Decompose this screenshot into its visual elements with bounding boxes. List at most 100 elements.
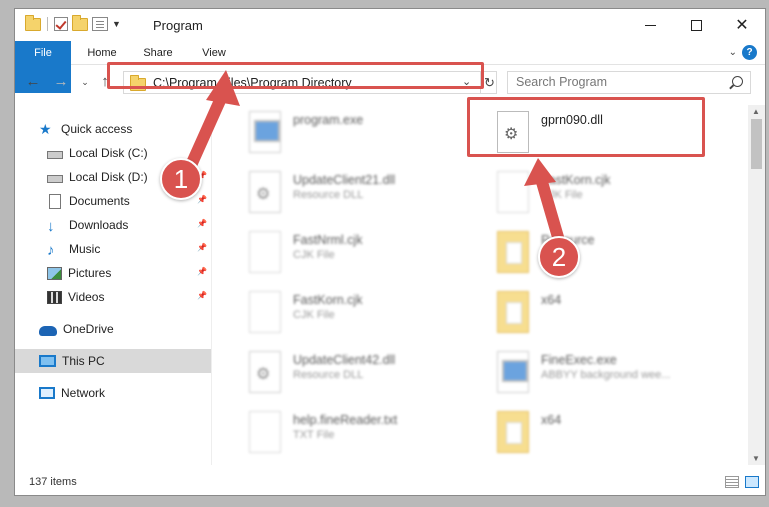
- file-list: program.exegprn090.dllUpdateClient21.dll…: [225, 105, 745, 465]
- sidebar-item-quick-access[interactable]: ★ Quick access: [15, 117, 211, 141]
- sidebar-item-label: This PC: [62, 354, 105, 368]
- sidebar-item-label: Downloads: [69, 218, 129, 232]
- close-button[interactable]: ✕: [719, 9, 765, 41]
- recent-locations-chevron-icon[interactable]: ⌄: [75, 71, 95, 93]
- file-name: FastKorn.cjk: [541, 173, 611, 187]
- maximize-icon: [690, 19, 702, 31]
- properties-icon[interactable]: [92, 17, 108, 31]
- search-input[interactable]: [516, 72, 726, 92]
- file-icon: [497, 171, 529, 213]
- sidebar-item-label: Music: [69, 242, 101, 256]
- sidebar-item-videos[interactable]: Videos 📌: [15, 285, 211, 309]
- pin-icon[interactable]: 📌: [197, 195, 207, 204]
- download-icon: ↓: [47, 218, 55, 235]
- forward-arrow-icon[interactable]: →: [51, 71, 71, 93]
- exe-icon: [497, 351, 529, 393]
- file-item[interactable]: FastNrml.cjk CJK File: [235, 227, 475, 279]
- folder-icon: [497, 411, 529, 453]
- maximize-button[interactable]: [673, 9, 719, 41]
- close-icon: ✕: [735, 17, 749, 34]
- expand-ribbon-chevron-icon[interactable]: ⌄: [729, 47, 737, 58]
- pin-icon[interactable]: 📌: [197, 243, 207, 252]
- minimize-button[interactable]: [627, 9, 673, 41]
- file-type: ABBYY background wee...: [541, 369, 671, 381]
- minimize-icon: [644, 24, 656, 26]
- file-name: x64: [541, 293, 562, 307]
- file-item[interactable]: UpdateClient21.dll Resource DLL: [235, 167, 475, 219]
- toolbar-separator: [47, 17, 48, 31]
- scroll-down-icon[interactable]: ▼: [752, 454, 760, 463]
- file-item[interactable]: FastKorn.cjk CJK File: [483, 167, 723, 219]
- sidebar-item-label: Pictures: [68, 266, 112, 280]
- pictures-icon: [47, 266, 62, 280]
- exe-icon: [249, 111, 281, 153]
- file-highlight-box: [467, 97, 705, 157]
- network-icon: [39, 387, 55, 399]
- file-item[interactable]: Resource: [483, 227, 723, 279]
- back-arrow-icon[interactable]: ←: [23, 71, 43, 93]
- sidebar-item-pictures[interactable]: Pictures 📌: [15, 261, 211, 285]
- file-type: Resource DLL: [293, 189, 364, 201]
- sidebar-item-network[interactable]: Network: [15, 381, 211, 405]
- videos-icon: [47, 290, 62, 304]
- vertical-scrollbar[interactable]: ▲ ▼: [748, 105, 765, 465]
- file-item[interactable]: FineExec.exe ABBYY background wee...: [483, 347, 723, 399]
- search-icon[interactable]: [732, 76, 743, 87]
- sidebar-item-label: Network: [61, 386, 106, 400]
- folder-icon: [497, 291, 529, 333]
- file-name: UpdateClient21.dll: [293, 173, 396, 187]
- file-type: CJK File: [541, 189, 583, 201]
- pin-icon[interactable]: 📌: [197, 267, 207, 276]
- file-item[interactable]: UpdateClient42.dll Resource DLL: [235, 347, 475, 399]
- sidebar-item-label: Quick access: [61, 122, 133, 136]
- file-icon: [249, 291, 281, 333]
- pin-icon[interactable]: 📌: [197, 291, 207, 300]
- file-item[interactable]: x64: [483, 407, 723, 459]
- status-bar: 137 items: [15, 469, 765, 495]
- sidebar-item-label: Documents: [69, 194, 130, 208]
- sidebar-item-label: OneDrive: [63, 322, 114, 336]
- file-icon: [249, 231, 281, 273]
- scroll-thumb[interactable]: [751, 119, 762, 169]
- file-item[interactable]: program.exe: [235, 107, 475, 159]
- scroll-up-icon[interactable]: ▲: [752, 107, 760, 116]
- disk-icon: [47, 175, 63, 183]
- large-icons-view-icon[interactable]: [745, 476, 759, 488]
- computer-icon: [39, 355, 56, 367]
- sidebar-item-this-pc[interactable]: This PC: [15, 349, 211, 373]
- sidebar-item-music[interactable]: ♪ Music 📌: [15, 237, 211, 261]
- file-item[interactable]: x64: [483, 287, 723, 339]
- file-type: TXT File: [293, 429, 335, 441]
- search-box[interactable]: [507, 71, 751, 94]
- file-item[interactable]: FastKorn.cjk CJK File: [235, 287, 475, 339]
- sidebar-item-label: Local Disk (D:): [69, 170, 148, 184]
- sidebar-item-onedrive[interactable]: OneDrive: [15, 317, 211, 341]
- pin-icon[interactable]: 📌: [197, 219, 207, 228]
- step-1-badge: 1: [160, 158, 202, 200]
- file-name: FineExec.exe: [541, 353, 617, 367]
- sidebar-item-label: Local Disk (C:): [69, 146, 148, 160]
- document-icon: [49, 193, 61, 209]
- folder-icon: [25, 14, 41, 31]
- music-icon: ♪: [47, 242, 55, 259]
- quick-access-toolbar: ▼: [25, 14, 121, 31]
- file-item[interactable]: help.fineReader.txt TXT File: [235, 407, 475, 459]
- title-bar: ▼ Program ✕: [15, 9, 765, 41]
- file-type: CJK File: [293, 249, 335, 261]
- sidebar-item-label: Videos: [68, 290, 105, 304]
- file-type: Resource DLL: [293, 369, 364, 381]
- new-folder-icon[interactable]: [72, 14, 88, 31]
- file-name: program.exe: [293, 113, 364, 127]
- sidebar-item-downloads[interactable]: ↓ Downloads 📌: [15, 213, 211, 237]
- disk-icon: [47, 151, 63, 159]
- properties-check-icon[interactable]: [54, 17, 68, 31]
- pane-divider[interactable]: [211, 105, 212, 465]
- window-title: Program: [153, 18, 203, 33]
- customize-toolbar-chevron-icon[interactable]: ▼: [112, 19, 121, 29]
- item-count: 137 items: [29, 476, 77, 488]
- file-name: FastNrml.cjk: [293, 233, 363, 247]
- address-highlight-box: [107, 62, 484, 89]
- help-icon[interactable]: ?: [742, 45, 757, 60]
- cloud-icon: [39, 325, 57, 336]
- details-view-icon[interactable]: [725, 476, 739, 488]
